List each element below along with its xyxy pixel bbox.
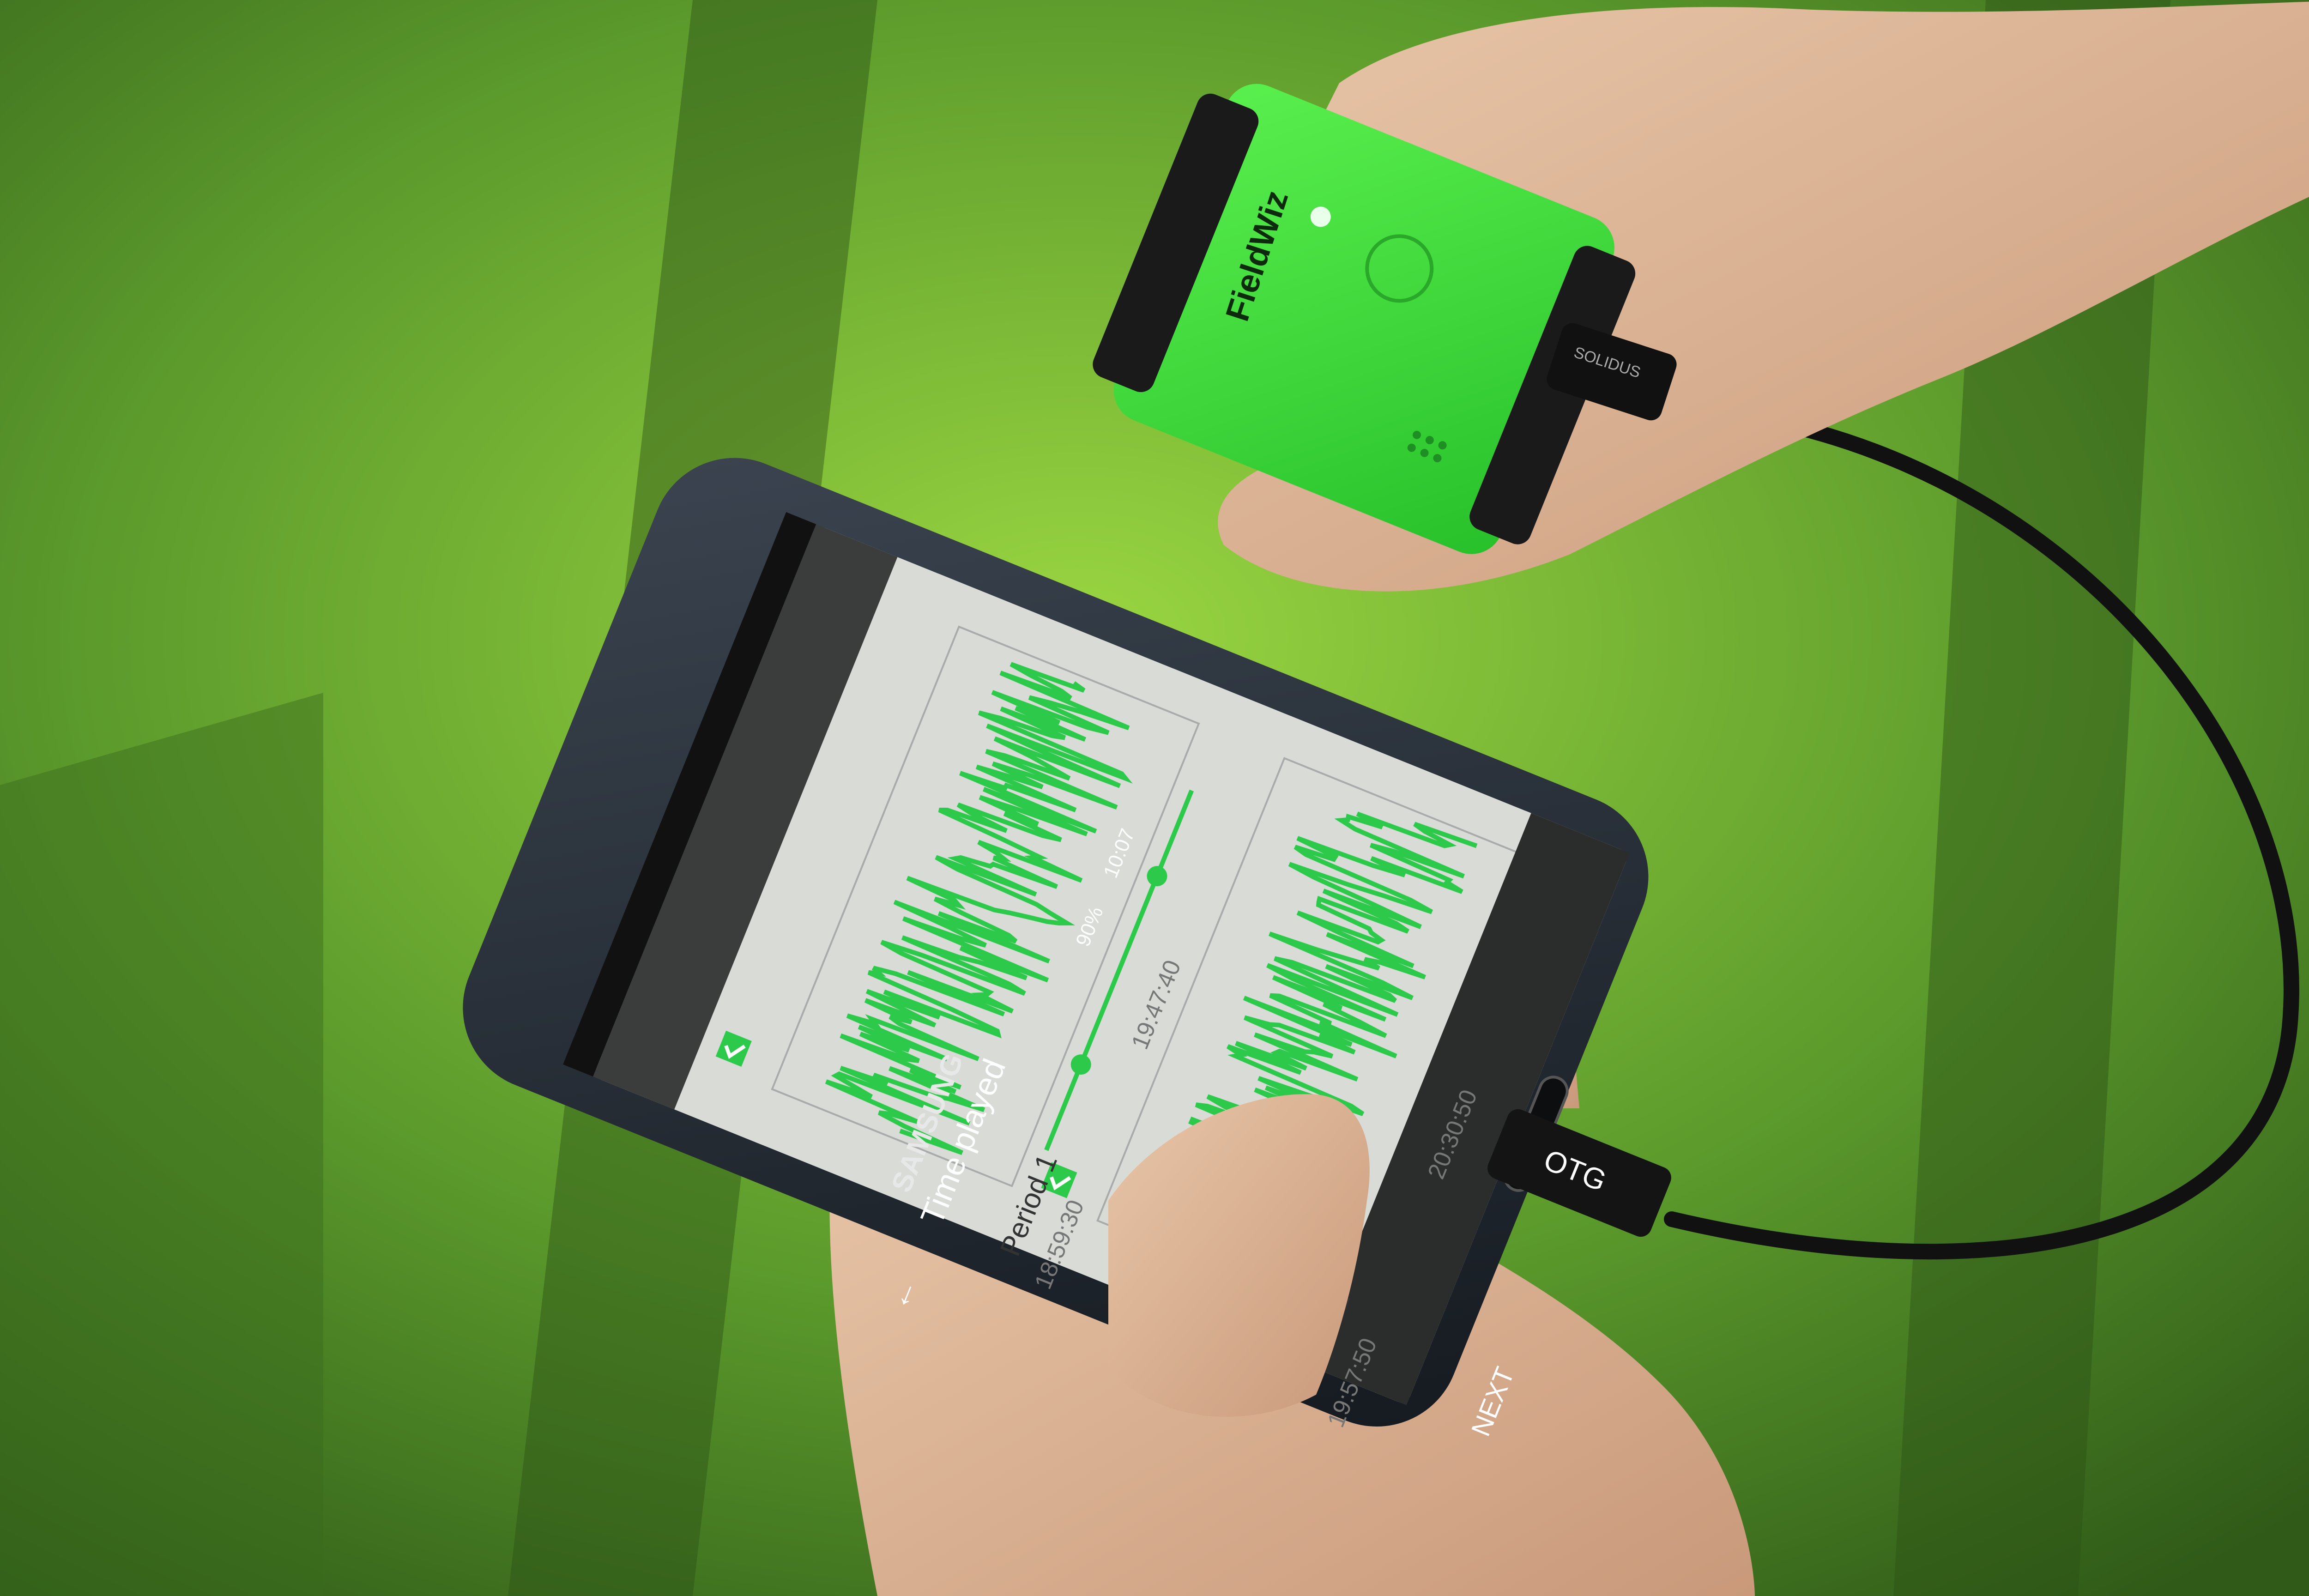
photo-scene: FieldWiz SOLIDUS SAMSUNG 10:07 90% Time … [0, 0, 2309, 1596]
